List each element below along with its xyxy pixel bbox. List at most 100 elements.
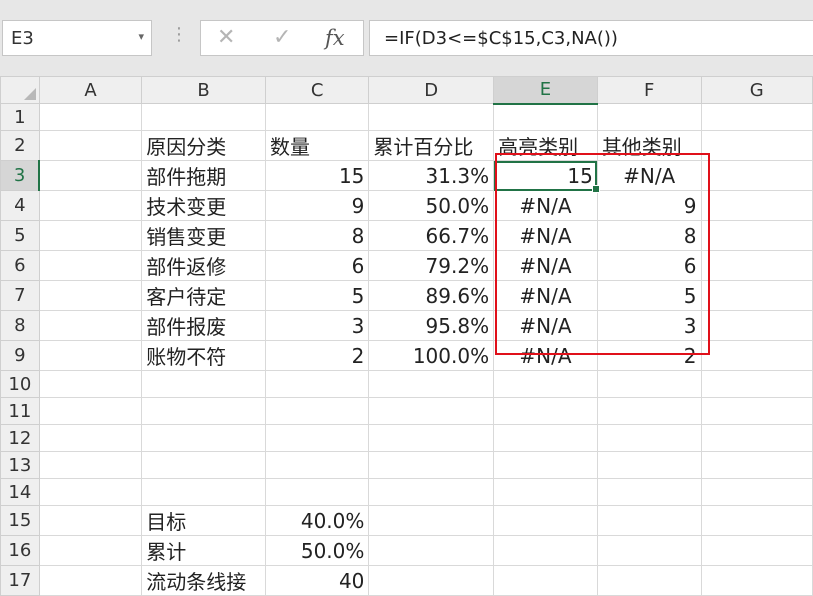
cell-g14[interactable] <box>700 478 813 506</box>
cell-b11[interactable] <box>141 397 266 425</box>
cell-e15[interactable] <box>493 505 598 536</box>
row-header[interactable]: 13 <box>0 451 40 479</box>
cell-b12[interactable] <box>141 424 266 452</box>
row-header[interactable]: 16 <box>0 535 40 566</box>
cell-e10[interactable] <box>493 370 598 398</box>
cell-g13[interactable] <box>700 451 813 479</box>
cell-a2[interactable] <box>38 130 143 161</box>
cell-d6[interactable]: 79.2% <box>368 250 495 281</box>
cell-d4[interactable]: 50.0% <box>368 190 495 221</box>
row-header[interactable]: 4 <box>0 190 40 221</box>
chevron-down-icon[interactable]: ▾ <box>138 30 144 43</box>
cell-b15[interactable]: 目标 <box>141 505 266 536</box>
cell-b7[interactable]: 客户待定 <box>141 280 266 311</box>
cell-a9[interactable] <box>38 340 143 371</box>
cell-e11[interactable] <box>493 397 598 425</box>
cell-a5[interactable] <box>38 220 143 251</box>
cell-d1[interactable] <box>368 103 495 131</box>
name-box[interactable]: E3 ▾ <box>2 20 152 56</box>
cell-d8[interactable]: 95.8% <box>368 310 495 341</box>
column-header-c[interactable]: C <box>264 76 370 104</box>
cell-d10[interactable] <box>368 370 495 398</box>
cell-a13[interactable] <box>38 451 143 479</box>
cell-f1[interactable] <box>596 103 702 131</box>
cell-e4[interactable]: #N/A <box>493 190 598 221</box>
cell-f15[interactable] <box>596 505 702 536</box>
cell-g4[interactable] <box>700 190 813 221</box>
cell-e5[interactable]: #N/A <box>493 220 598 251</box>
cell-b4[interactable]: 技术变更 <box>141 190 266 221</box>
cell-f11[interactable] <box>596 397 702 425</box>
cell-c13[interactable] <box>264 451 370 479</box>
column-header-b[interactable]: B <box>141 76 266 104</box>
cell-g7[interactable] <box>700 280 813 311</box>
row-header[interactable]: 12 <box>0 424 40 452</box>
row-header[interactable]: 1 <box>0 103 40 131</box>
cell-c15[interactable]: 40.0% <box>264 505 370 536</box>
cell-e6[interactable]: #N/A <box>493 250 598 281</box>
cell-c1[interactable] <box>264 103 370 131</box>
cell-c14[interactable] <box>264 478 370 506</box>
cell-b9[interactable]: 账物不符 <box>141 340 266 371</box>
row-header[interactable]: 7 <box>0 280 40 311</box>
cell-c10[interactable] <box>264 370 370 398</box>
cell-g5[interactable] <box>700 220 813 251</box>
cell-g3[interactable] <box>700 160 813 191</box>
cell-c7[interactable]: 5 <box>264 280 370 311</box>
cell-d11[interactable] <box>368 397 495 425</box>
cell-a3[interactable] <box>38 160 143 191</box>
cell-e1[interactable] <box>493 103 598 131</box>
cell-b1[interactable] <box>141 103 266 131</box>
cell-g17[interactable] <box>700 565 813 596</box>
cell-b2[interactable]: 原因分类 <box>141 130 266 161</box>
cell-d16[interactable] <box>368 535 495 566</box>
column-header-f[interactable]: F <box>596 76 702 104</box>
cell-g10[interactable] <box>700 370 813 398</box>
cell-e16[interactable] <box>493 535 598 566</box>
cell-d2[interactable]: 累计百分比 <box>368 130 495 161</box>
cell-f6[interactable]: 6 <box>596 250 702 281</box>
row-header[interactable]: 17 <box>0 565 40 596</box>
cell-f12[interactable] <box>596 424 702 452</box>
row-header[interactable]: 3 <box>0 160 41 191</box>
cell-c9[interactable]: 2 <box>264 340 370 371</box>
column-header-d[interactable]: D <box>368 76 495 104</box>
row-header[interactable]: 5 <box>0 220 40 251</box>
cell-a6[interactable] <box>38 250 143 281</box>
row-header[interactable]: 15 <box>0 505 40 536</box>
cell-e2[interactable]: 高亮类别 <box>493 130 598 161</box>
drag-handle-icon[interactable]: ⋮ <box>170 24 188 45</box>
cell-b8[interactable]: 部件报废 <box>141 310 266 341</box>
cancel-icon[interactable]: ✕ <box>217 25 235 50</box>
row-header[interactable]: 6 <box>0 250 40 281</box>
cell-f3[interactable]: #N/A <box>596 160 702 191</box>
cell-d5[interactable]: 66.7% <box>368 220 495 251</box>
cell-d13[interactable] <box>368 451 495 479</box>
cell-b6[interactable]: 部件返修 <box>141 250 266 281</box>
cell-a10[interactable] <box>38 370 143 398</box>
cell-c11[interactable] <box>264 397 370 425</box>
cell-g16[interactable] <box>700 535 813 566</box>
cell-b3[interactable]: 部件拖期 <box>141 160 266 191</box>
cell-b17[interactable]: 流动条线接 <box>141 565 266 596</box>
cell-c3[interactable]: 15 <box>264 160 370 191</box>
cell-c16[interactable]: 50.0% <box>264 535 370 566</box>
insert-function-icon[interactable]: fx <box>325 26 345 50</box>
cell-f4[interactable]: 9 <box>596 190 702 221</box>
cell-e13[interactable] <box>493 451 598 479</box>
row-header[interactable]: 2 <box>0 130 40 161</box>
cell-a15[interactable] <box>38 505 143 536</box>
cell-g6[interactable] <box>700 250 813 281</box>
cell-d15[interactable] <box>368 505 495 536</box>
cell-g11[interactable] <box>700 397 813 425</box>
formula-input[interactable]: =IF(D3<=$C$15,C3,NA()) <box>369 20 813 56</box>
column-header-a[interactable]: A <box>38 76 143 104</box>
cell-b16[interactable]: 累计 <box>141 535 266 566</box>
enter-icon[interactable]: ✓ <box>273 25 291 50</box>
cell-f8[interactable]: 3 <box>596 310 702 341</box>
cell-c4[interactable]: 9 <box>264 190 370 221</box>
cell-c8[interactable]: 3 <box>264 310 370 341</box>
cell-e9[interactable]: #N/A <box>493 340 598 371</box>
cell-e8[interactable]: #N/A <box>493 310 598 341</box>
cell-a11[interactable] <box>38 397 143 425</box>
